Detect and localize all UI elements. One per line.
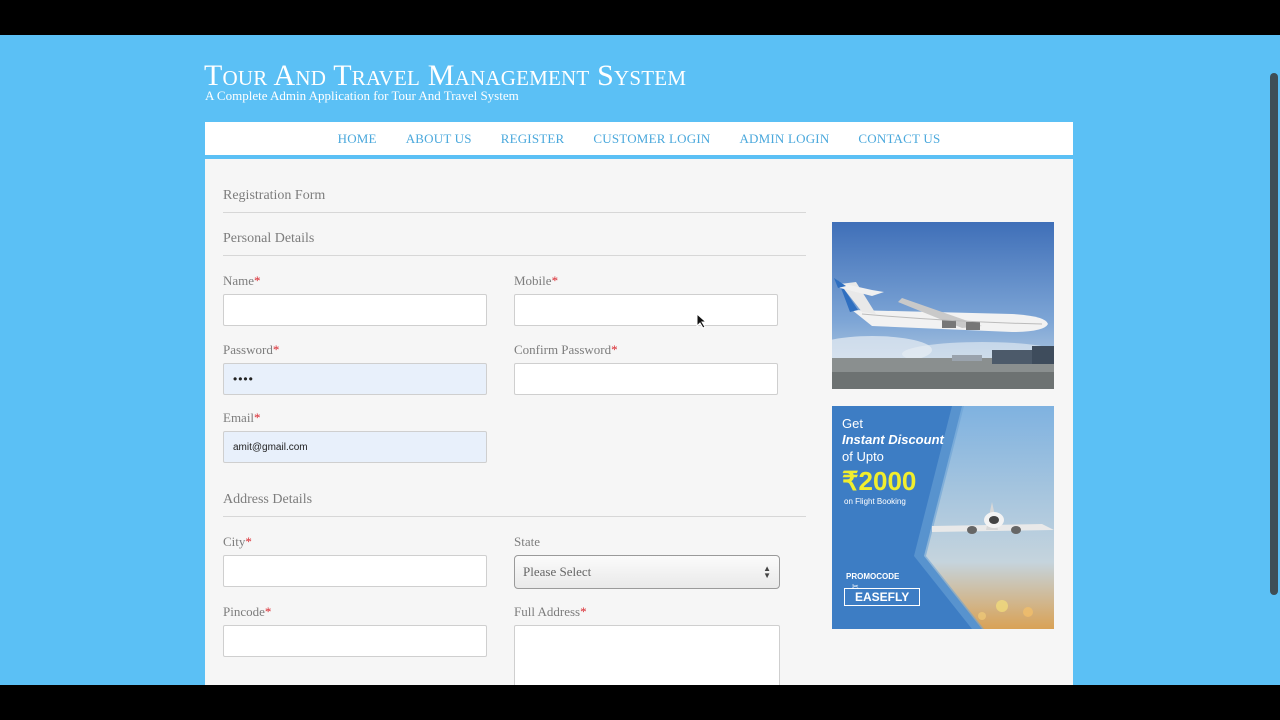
site-tagline: A Complete Admin Application for Tour An… [205,88,519,103]
form-title: Registration Form [223,188,806,213]
name-input[interactable] [223,294,487,326]
required-mark: * [611,342,618,357]
nav-customer-login[interactable]: CUSTOMER LOGIN [593,131,710,147]
main-content: Registration Form Personal Details Name*… [205,159,1073,685]
required-mark: * [254,410,261,425]
nav-register[interactable]: REGISTER [501,131,565,147]
page-scrollbar[interactable] [1270,73,1278,595]
promo-line3: of Upto [842,449,884,464]
email-label-text: Email [223,410,255,425]
required-mark: * [551,273,559,288]
nav-about-us[interactable]: ABOUT US [406,131,472,147]
nav-contact-us[interactable]: CONTACT US [858,131,940,147]
pincode-label-text: Pincode [223,604,265,619]
state-select[interactable]: Please Select ▲ ▼ [514,555,780,589]
required-mark: * [580,604,587,619]
required-mark: * [245,534,252,549]
promo-line2: Instant Discount [842,432,944,447]
password-label: Password* [223,342,279,358]
airplane-photo [832,222,1054,389]
mobile-input[interactable] [514,294,778,326]
address-details-heading: Address Details [223,492,806,517]
full-address-label-text: Full Address [514,604,581,619]
personal-details-heading: Personal Details [223,231,806,256]
confirm-password-label: Confirm Password* [514,342,618,358]
nav-admin-login[interactable]: ADMIN LOGIN [739,131,829,147]
state-label: State [514,534,540,549]
pincode-input[interactable] [223,625,487,657]
password-input[interactable]: •••• [223,363,487,395]
state-select-value: Please Select [523,564,592,579]
mobile-label: Mobile* [514,273,558,289]
promo-code: EASEFLY [844,588,921,606]
city-label-text: City [223,534,246,549]
password-label-text: Password [223,342,273,357]
browser-viewport: Tour And Travel Management System A Comp… [0,35,1280,685]
promo-line1: Get [842,416,863,431]
main-navbar: HOME ABOUT US REGISTER CUSTOMER LOGIN AD… [205,122,1073,159]
mouse-cursor-icon [696,313,708,329]
nav-home[interactable]: HOME [338,131,377,147]
name-label: Name* [223,273,261,289]
name-label-text: Name [223,273,255,288]
email-label: Email* [223,410,261,426]
promo-sub: on Flight Booking [844,497,906,506]
full-address-label: Full Address* [514,604,587,620]
required-mark: * [272,342,280,357]
city-input[interactable] [223,555,487,587]
promo-banner[interactable]: Get Instant Discount of Upto ₹2000 on Fl… [832,406,1054,629]
confirm-password-input[interactable] [514,363,778,395]
mobile-label-text: Mobile [514,273,552,288]
full-address-textarea[interactable] [514,625,780,685]
city-label: City* [223,534,252,550]
promo-amount: ₹2000 [842,466,917,496]
select-arrows-icon: ▲ ▼ [763,564,771,580]
confirm-password-label-text: Confirm Password [514,342,612,357]
required-mark: * [254,273,261,288]
pincode-label: Pincode* [223,604,271,620]
promo-code-label: PROMOCODE [846,572,900,581]
required-mark: * [264,604,272,619]
email-input[interactable]: amit@gmail.com [223,431,487,463]
